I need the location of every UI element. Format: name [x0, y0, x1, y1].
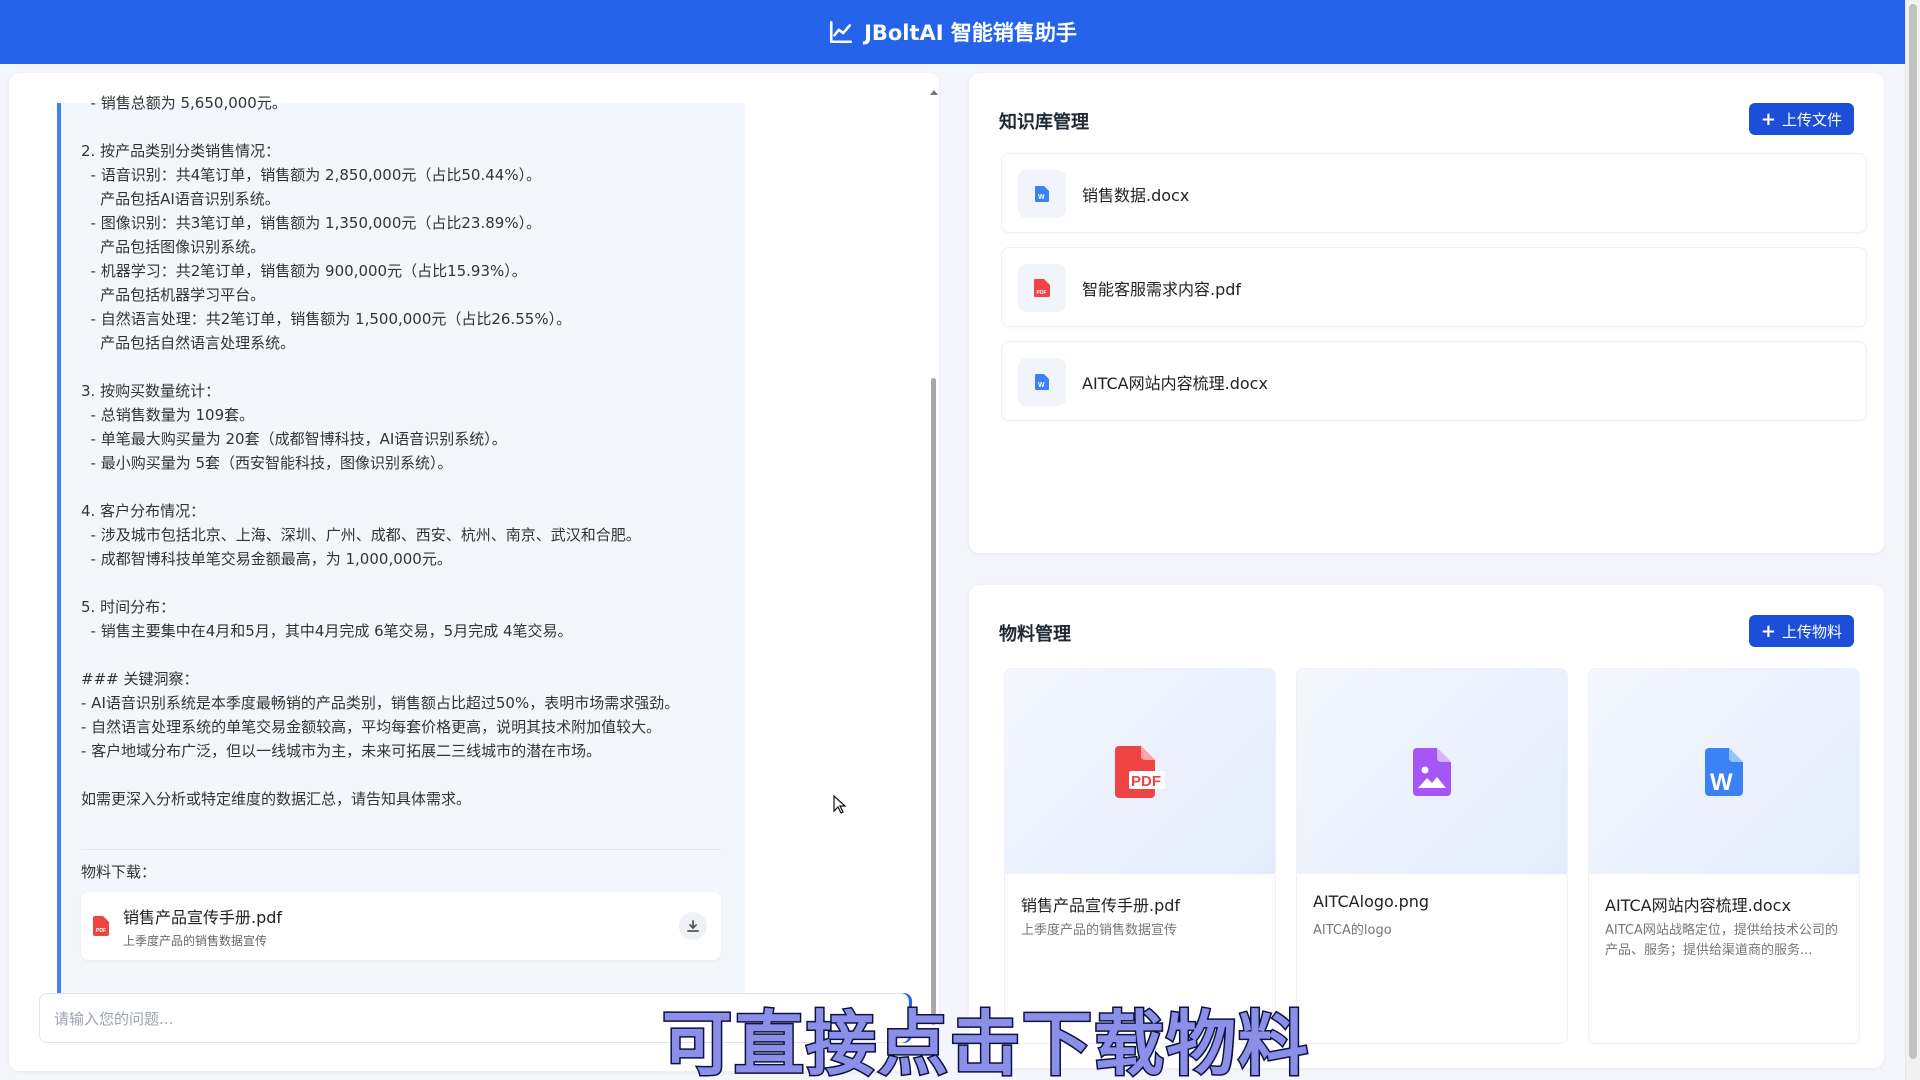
knowledge-item-name: AITCA网站内容梳理.docx — [1082, 374, 1268, 393]
message-divider — [81, 849, 721, 850]
app-header: JBoltAI 智能销售助手 — [0, 0, 1905, 64]
knowledge-item-name: 智能客服需求内容.pdf — [1082, 280, 1242, 299]
material-name: AITCA网站内容梳理.docx — [1605, 896, 1791, 915]
material-card[interactable]: AITCAlogo.png AITCA的logo — [1296, 668, 1568, 1044]
material-name: 销售产品宣传手册.pdf — [1021, 896, 1181, 915]
material-card[interactable]: W AITCA网站内容梳理.docx AITCA网站战略定位，提供给技术公司的产… — [1588, 668, 1860, 1044]
download-file-card[interactable]: PDF 销售产品宣传手册.pdf 上季度产品的销售数据宣传 — [81, 892, 721, 960]
download-file-desc: 上季度产品的销售数据宣传 — [123, 934, 268, 948]
svg-text:PDF: PDF — [1131, 773, 1161, 790]
material-desc: 上季度产品的销售数据宣传 — [1021, 923, 1178, 938]
knowledge-item[interactable]: PDF 智能客服需求内容.pdf — [1001, 247, 1867, 327]
upload-file-label: 上传文件 — [1781, 110, 1842, 129]
download-button[interactable] — [679, 912, 707, 940]
download-label: 物料下载： — [81, 863, 157, 881]
chat-messages[interactable]: - 销售总额为 5,650,000元。 2. 按产品类别分类销售情况： - 语音… — [24, 88, 929, 1040]
download-file-name: 销售产品宣传手册.pdf — [123, 908, 283, 927]
chat-panel: - 销售总额为 5,650,000元。 2. 按产品类别分类销售情况： - 语音… — [9, 73, 939, 1071]
svg-text:PDF: PDF — [96, 928, 106, 934]
svg-text:W: W — [1710, 769, 1733, 796]
line-chart-icon — [830, 20, 853, 44]
knowledge-base-panel: 知识库管理 + 上传文件 W 销售数据.docx PDF 智能客服需求内容.pd… — [969, 73, 1884, 553]
material-desc: AITCA网站战略定位，提供给技术公司的产品、服务；提供给渠道商的服务... — [1605, 923, 1838, 958]
svg-text:W: W — [1038, 382, 1045, 389]
upload-material-button[interactable]: + 上传物料 — [1748, 615, 1854, 647]
material-thumbnail — [1297, 669, 1567, 874]
material-thumbnail: PDF — [1005, 669, 1275, 874]
svg-text:PDF: PDF — [1037, 290, 1047, 296]
plus-icon: + — [1760, 108, 1776, 130]
pdf-icon: PDF — [93, 916, 109, 936]
plus-icon: + — [1760, 620, 1776, 642]
chat-scrollbar[interactable] — [929, 88, 939, 1040]
svg-text:W: W — [1038, 194, 1045, 201]
knowledge-base-title: 知识库管理 — [999, 112, 1089, 133]
assistant-message: - 销售总额为 5,650,000元。 2. 按产品类别分类销售情况： - 语音… — [57, 94, 745, 1033]
knowledge-item[interactable]: W 销售数据.docx — [1001, 153, 1867, 233]
window-scrollbar[interactable] — [1905, 0, 1920, 1080]
material-name: AITCAlogo.png — [1313, 892, 1430, 911]
knowledge-item[interactable]: W AITCA网站内容梳理.docx — [1001, 341, 1867, 421]
knowledge-item-name: 销售数据.docx — [1082, 186, 1190, 205]
pdf-icon: PDF — [1018, 264, 1066, 312]
word-icon: W — [1705, 747, 1743, 796]
download-icon — [687, 920, 699, 932]
window-scrollbar-thumb[interactable] — [1909, 4, 1917, 1059]
pdf-icon: PDF — [1115, 745, 1165, 798]
word-icon: W — [1018, 358, 1066, 406]
video-subtitle: 可直接点击下载物料 — [661, 1002, 1310, 1080]
image-icon — [1413, 747, 1451, 796]
material-thumbnail: W — [1589, 669, 1859, 874]
material-desc: AITCA的logo — [1313, 923, 1392, 938]
mouse-cursor-icon — [833, 795, 847, 814]
app-title: JBoltAI 智能销售助手 — [864, 21, 1077, 45]
upload-file-button[interactable]: + 上传文件 — [1748, 103, 1854, 135]
materials-title: 物料管理 — [999, 624, 1071, 645]
scroll-up-arrow-icon[interactable] — [930, 90, 938, 95]
assistant-message-text: - 销售总额为 5,650,000元。 2. 按产品类别分类销售情况： - 语音… — [81, 94, 680, 808]
upload-material-label: 上传物料 — [1781, 622, 1842, 641]
chat-scrollbar-thumb[interactable] — [931, 378, 936, 1025]
word-icon: W — [1018, 170, 1066, 218]
